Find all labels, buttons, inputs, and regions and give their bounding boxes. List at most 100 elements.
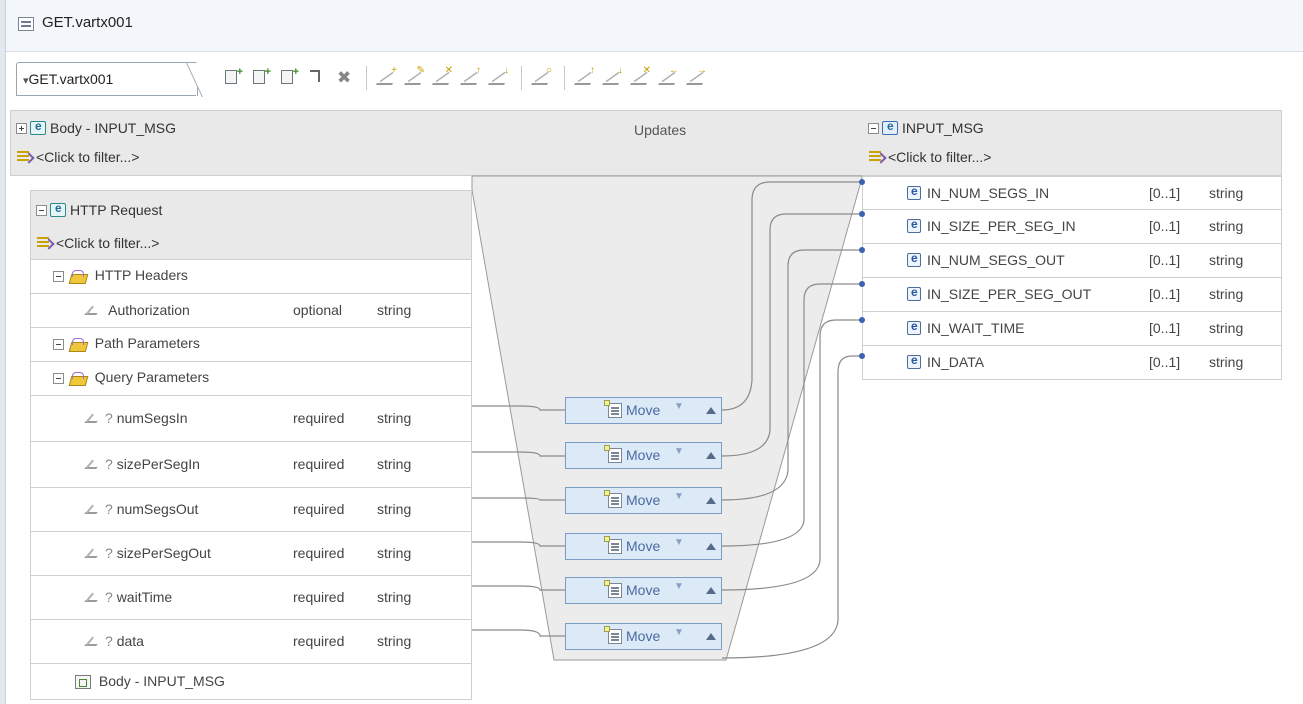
connection-dot[interactable] [859, 353, 865, 359]
field-icon [83, 413, 101, 425]
move-transform[interactable]: Move ▼ [565, 487, 722, 514]
move-label: Move [626, 492, 661, 508]
target-field-row[interactable]: IN_SIZE_PER_SEG_OUT [0..1] string [862, 278, 1282, 312]
source-body-label: Body - INPUT_MSG [50, 120, 177, 136]
expand-up-icon[interactable] [706, 587, 716, 594]
move-label: Move [626, 402, 661, 418]
target-header[interactable]: INPUT_MSG [862, 116, 984, 140]
filter-icon [36, 236, 52, 250]
map-edit-icon[interactable]: ✎ [403, 65, 429, 89]
target-field-row[interactable]: IN_DATA [0..1] string [862, 346, 1282, 380]
filter-text: <Click to filter...> [36, 149, 140, 165]
connection-dot[interactable] [859, 317, 865, 323]
tree-row-path-parameters[interactable]: Path Parameters [30, 328, 472, 362]
tree-row-param[interactable]: ? numSegsOut required string [30, 488, 472, 532]
expand-up-icon[interactable] [706, 497, 716, 504]
move-transform[interactable]: Move ▼ [565, 397, 722, 424]
move-transform[interactable]: Move ▼ [565, 577, 722, 604]
tree-row-param[interactable]: ? waitTime required string [30, 576, 472, 620]
map-copy-icon[interactable]: ↓ [487, 65, 513, 89]
authorization-requirement: optional [293, 302, 343, 318]
connect-icon[interactable] [306, 67, 328, 89]
toolbar-separator [521, 66, 522, 90]
tree-row-authorization[interactable]: Authorization optional string [30, 294, 472, 328]
expand-up-icon[interactable] [706, 407, 716, 414]
create-input-icon[interactable]: + [250, 67, 272, 89]
dropdown-icon[interactable]: ▼ [674, 537, 684, 548]
target-field-row[interactable]: IN_WAIT_TIME [0..1] string [862, 312, 1282, 346]
target-filter[interactable]: <Click to filter...> [862, 145, 991, 169]
map-add-icon[interactable]: + [375, 65, 401, 89]
expand-up-icon[interactable] [706, 452, 716, 459]
element-icon [907, 319, 921, 335]
http-headers-label: HTTP Headers [94, 267, 188, 283]
connection-dot[interactable] [859, 247, 865, 253]
tree-row-param[interactable]: ? sizePerSegIn required string [30, 442, 472, 488]
move-transform[interactable]: Move ▼ [565, 442, 722, 469]
collapse-icon[interactable] [36, 204, 47, 216]
message-icon [30, 119, 46, 135]
dropdown-icon[interactable]: ▼ [674, 401, 684, 412]
element-icon [907, 184, 921, 200]
tree-row-param[interactable]: ? data required string [30, 620, 472, 664]
tree-row-body-footer[interactable]: Body - INPUT_MSG [30, 664, 472, 700]
target-field-row[interactable]: IN_NUM_SEGS_IN [0..1] string [862, 176, 1282, 210]
folder-icon [70, 371, 88, 385]
collapse-icon[interactable] [868, 122, 879, 134]
map-collapse-icon[interactable]: ✕ [629, 65, 655, 89]
element-icon [907, 217, 921, 233]
move-label: Move [626, 582, 661, 598]
window-left-border [0, 0, 6, 704]
tree-row-param[interactable]: ? numSegsIn required string [30, 396, 472, 442]
map-up-icon[interactable]: ↑ [573, 65, 599, 89]
editor-tab[interactable]: ▾GET.vartx001 [16, 62, 198, 96]
source-line-4 [472, 541, 565, 547]
path-parameters-label: Path Parameters [94, 335, 200, 351]
move-transform[interactable]: Move ▼ [565, 623, 722, 650]
target-field-row[interactable]: IN_NUM_SEGS_OUT [0..1] string [862, 244, 1282, 278]
expand-icon[interactable] [16, 122, 27, 134]
connection-dot[interactable] [859, 281, 865, 287]
filter-text: <Click to filter...> [888, 149, 992, 165]
toolbar-separator [564, 66, 565, 90]
create-output-icon[interactable]: + [278, 67, 300, 89]
dropdown-icon[interactable]: ▼ [674, 627, 684, 638]
source-body-filter[interactable]: <Click to filter...> [10, 145, 139, 169]
target-field-row[interactable]: IN_SIZE_PER_SEG_IN [0..1] string [862, 210, 1282, 244]
expand-up-icon[interactable] [706, 633, 716, 640]
connection-dot[interactable] [859, 211, 865, 217]
source-body-header[interactable]: Body - INPUT_MSG [10, 116, 176, 140]
optional-marker: ? [105, 589, 113, 605]
param-type: string [377, 501, 412, 517]
tree-row-query-parameters[interactable]: Query Parameters [30, 362, 472, 396]
collapse-icon[interactable] [53, 372, 64, 384]
dropdown-icon[interactable]: ▼ [674, 491, 684, 502]
map-move-icon[interactable]: ↑ [459, 65, 485, 89]
connection-dot[interactable] [859, 179, 865, 185]
target-field-type: string [1209, 286, 1244, 302]
collapse-icon[interactable] [53, 338, 64, 350]
dropdown-icon[interactable]: ▼ [674, 446, 684, 457]
map-remove-icon[interactable]: ✕ [431, 65, 457, 89]
tree-row-param[interactable]: ? sizePerSegOut required string [30, 532, 472, 576]
map-left-icon[interactable]: ← [657, 65, 683, 89]
map-right-icon[interactable]: → [685, 65, 711, 89]
delete-icon[interactable]: ✖ [334, 67, 356, 89]
param-label: data [116, 633, 144, 649]
map-toolbar: + + + ✖ + ✎ ✕ ↑ ↓ ○ ↑ ↓ ✕ ← → [222, 63, 715, 93]
target-line-1 [721, 181, 862, 411]
map-down-icon[interactable]: ↓ [601, 65, 627, 89]
field-icon [83, 504, 101, 516]
create-transform-icon[interactable]: + [222, 67, 244, 89]
query-parameters-label: Query Parameters [94, 369, 210, 385]
http-request-filter[interactable]: <Click to filter...> [30, 231, 159, 255]
param-requirement: required [293, 545, 345, 561]
dropdown-icon[interactable]: ▼ [674, 581, 684, 592]
map-group-icon[interactable]: ○ [530, 65, 556, 89]
source-line-2 [472, 451, 565, 457]
move-transform[interactable]: Move ▼ [565, 533, 722, 560]
http-request-header[interactable]: HTTP Request [30, 198, 162, 222]
collapse-icon[interactable] [53, 270, 64, 282]
expand-up-icon[interactable] [706, 543, 716, 550]
tree-row-http-headers[interactable]: HTTP Headers [30, 260, 472, 294]
